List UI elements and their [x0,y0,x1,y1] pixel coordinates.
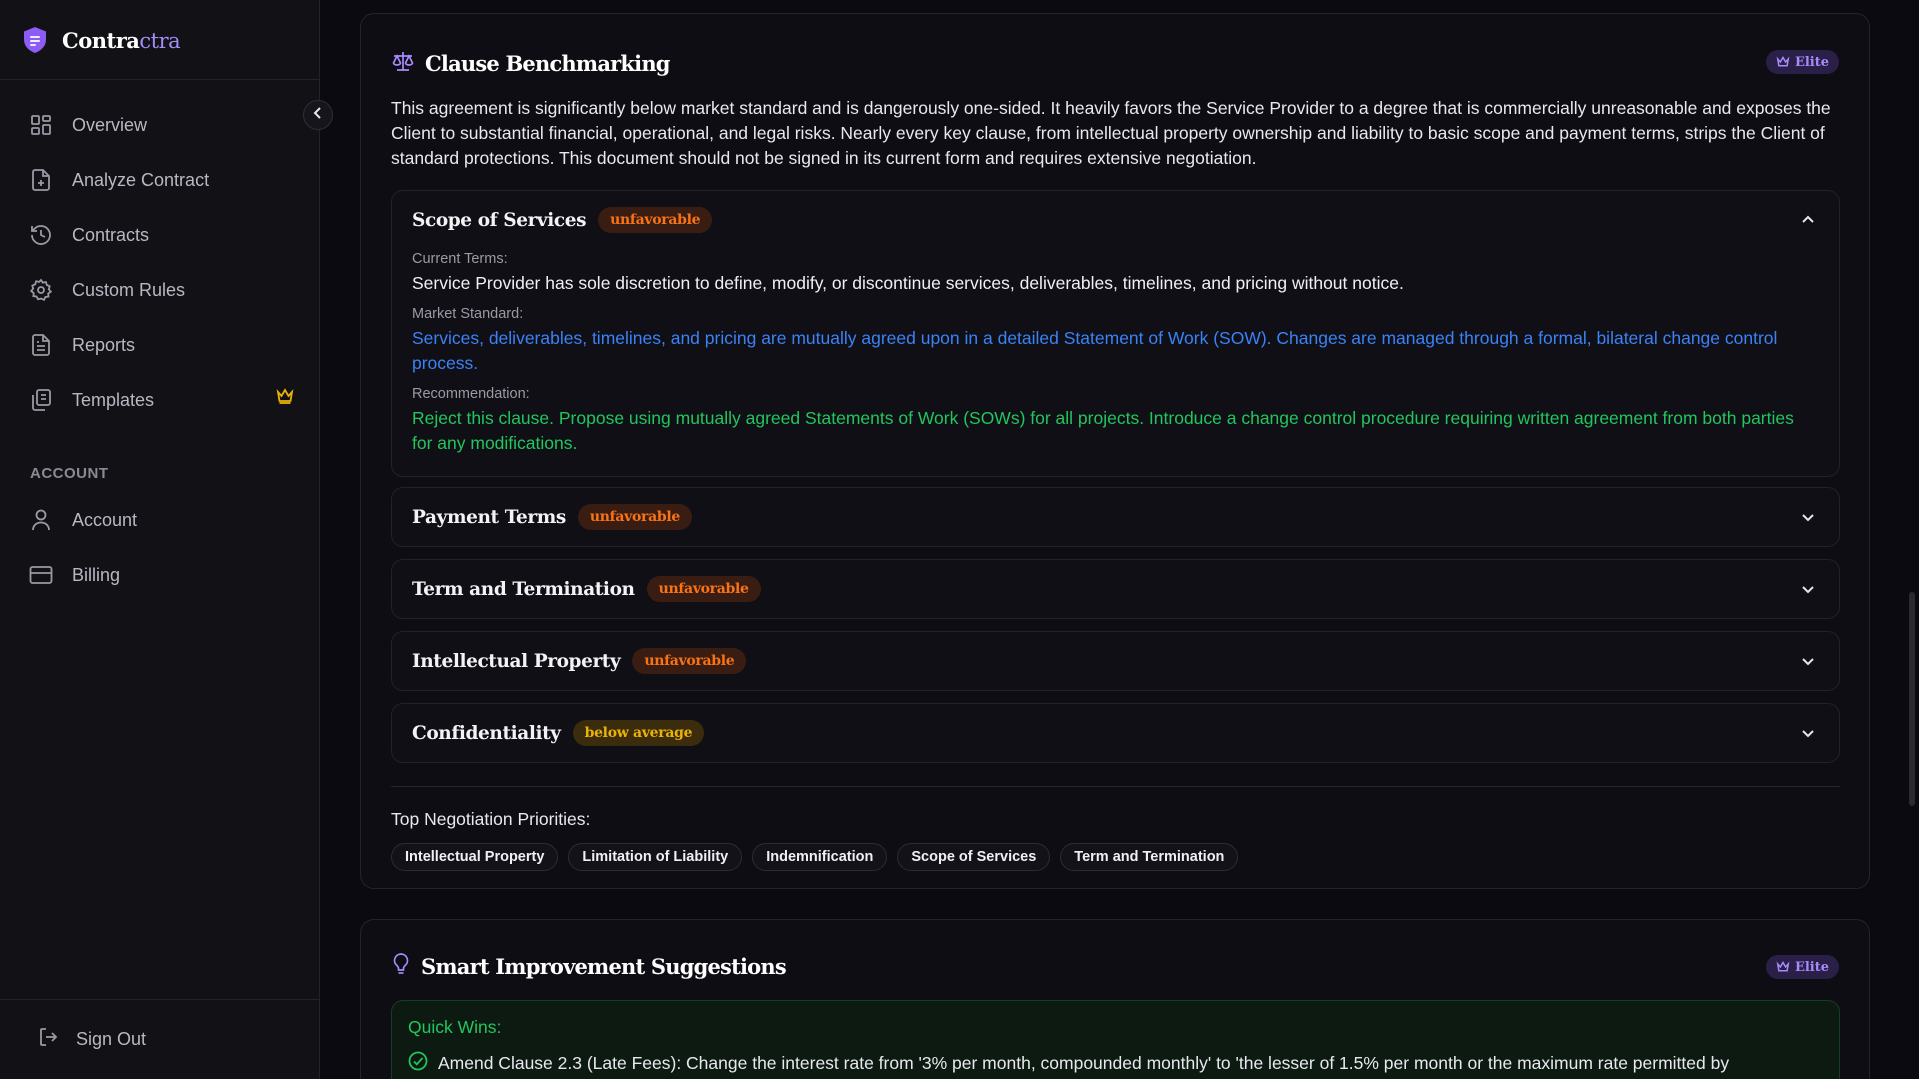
scale-icon [391,50,415,77]
sidebar-item-label: Billing [72,564,121,585]
document-icon [28,332,54,358]
credit-card-icon [28,562,54,588]
chevron-down-icon[interactable] [1799,652,1817,670]
sidebar-item-contracts[interactable]: Contracts [28,220,294,250]
sidebar-item-overview[interactable]: Overview [28,110,294,140]
page-scrollbar[interactable] [1909,592,1915,806]
status-badge: unfavorable [577,504,692,530]
benchmark-summary: This agreement is significantly below ma… [391,98,1831,168]
clause-title: Payment Terms [412,506,566,528]
clause-accordion-scope-of-services: Scope of Services unfavorable Current Te… [391,190,1840,477]
sidebar-item-label: Reports [72,334,136,355]
gear-icon [28,277,54,303]
sidebar: Contractra Overview Analyze Contract Con… [0,0,320,1079]
priority-chip[interactable]: Term and Termination [1060,843,1239,871]
divider [0,79,320,80]
priority-chip[interactable]: Scope of Services [897,843,1051,871]
copy-icon [28,387,54,413]
check-circle-icon [408,1051,428,1076]
elite-label: Elite [1794,54,1829,70]
divider [391,786,1840,787]
clause-title: Term and Termination [412,578,635,600]
quick-win-text: Amend Clause 2.3 (Late Fees): Change the… [438,1053,1730,1073]
quick-wins-panel: Quick Wins: Amend Clause 2.3 (Late Fees)… [391,1000,1840,1079]
elite-label: Elite [1794,959,1829,975]
sidebar-item-templates[interactable]: Templates [28,385,294,415]
chevron-down-icon[interactable] [1799,580,1817,598]
current-terms-label: Current Terms: [412,251,508,267]
clause-title: Confidentiality [412,722,561,744]
status-badge: unfavorable [632,648,747,674]
sidebar-item-analyze-contract[interactable]: Analyze Contract [28,165,294,195]
priority-chip[interactable]: Limitation of Liability [568,843,743,871]
priorities-label: Top Negotiation Priorities: [391,809,591,829]
chevron-up-icon[interactable] [1799,211,1817,229]
sidebar-item-label: Custom Rules [72,279,186,300]
card-header: Smart Improvement Suggestions [391,952,787,981]
card-title: Clause Benchmarking [425,51,670,76]
quick-wins-label: Quick Wins: [408,1017,502,1037]
sign-out-label: Sign Out [76,1029,147,1049]
status-badge: below average [572,720,705,746]
brand[interactable]: Contractra [22,24,181,56]
crown-icon [1776,56,1790,67]
sidebar-item-label: Analyze Contract [72,169,210,190]
sidebar-item-label: Overview [72,114,148,135]
priority-chip[interactable]: Indemnification [752,843,888,871]
accordion-header[interactable]: Confidentiality below average [412,704,705,762]
clause-accordion-term-and-termination[interactable]: Term and Termination unfavorable [391,559,1840,619]
sidebar-item-custom-rules[interactable]: Custom Rules [28,275,294,305]
grid-icon [28,112,54,138]
chevron-left-icon [311,106,325,125]
accordion-header[interactable]: Term and Termination unfavorable [412,560,761,618]
user-icon [28,507,54,533]
priority-chip[interactable]: Intellectual Property [391,843,559,871]
file-plus-icon [28,167,54,193]
shield-logo-icon [22,26,48,54]
current-terms-text: Service Provider has sole discretion to … [412,273,1404,293]
priority-chips: Intellectual Property Limitation of Liab… [391,843,1239,871]
quick-win-item: Amend Clause 2.3 (Late Fees): Change the… [408,1051,1729,1076]
divider [0,999,320,1000]
clause-accordion-payment-terms[interactable]: Payment Terms unfavorable [391,487,1840,547]
recommendation-label: Recommendation: [412,386,530,402]
crown-icon [276,388,294,409]
chevron-down-icon[interactable] [1799,724,1817,742]
sign-out-button[interactable]: Sign Out [38,1026,146,1053]
sidebar-item-label: Account [72,509,138,530]
sidebar-item-account[interactable]: Account [28,505,294,535]
collapse-sidebar-button[interactable] [303,100,333,130]
sidebar-item-label: Templates [72,389,155,410]
elite-badge: Elite [1765,955,1839,979]
status-badge: unfavorable [646,576,761,602]
card-title: Smart Improvement Suggestions [421,954,787,979]
clause-benchmarking-card: Clause Benchmarking Elite This agreement… [360,13,1870,889]
sidebar-item-label: Contracts [72,224,150,245]
accordion-header[interactable]: Payment Terms unfavorable [412,488,692,546]
clause-title: Intellectual Property [412,650,621,672]
sidebar-item-billing[interactable]: Billing [28,560,294,590]
market-standard-label: Market Standard: [412,306,524,322]
recommendation-text: Reject this clause. Propose using mutual… [412,408,1794,453]
elite-badge: Elite [1765,50,1839,74]
accordion-header[interactable]: Intellectual Property unfavorable [412,632,747,690]
history-icon [28,222,54,248]
clause-accordion-intellectual-property[interactable]: Intellectual Property unfavorable [391,631,1840,691]
clause-title: Scope of Services [412,209,587,231]
chevron-down-icon[interactable] [1799,508,1817,526]
clause-accordion-confidentiality[interactable]: Confidentiality below average [391,703,1840,763]
accordion-header[interactable]: Scope of Services unfavorable [412,191,713,249]
market-standard-text: Services, deliverables, timelines, and p… [412,328,1778,373]
lightbulb-icon [391,952,411,981]
sign-out-icon [38,1026,60,1053]
sidebar-item-reports[interactable]: Reports [28,330,294,360]
brand-name: Contractra [62,27,181,53]
smart-suggestions-card: Smart Improvement Suggestions Elite Quic… [360,919,1870,1079]
card-header: Clause Benchmarking [391,50,670,77]
crown-icon [1776,961,1790,972]
status-badge: unfavorable [598,207,713,233]
account-section-label: ACCOUNT [30,465,109,482]
